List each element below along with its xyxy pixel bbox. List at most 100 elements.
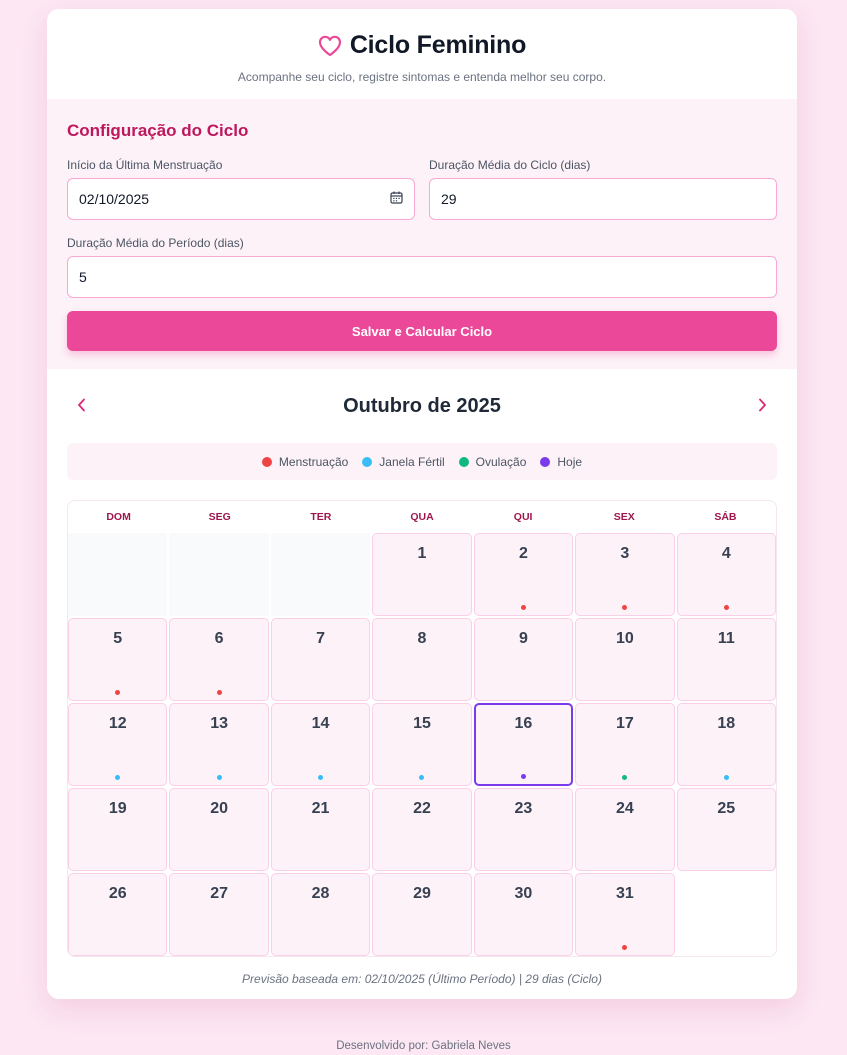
day-cell[interactable]: 29 — [372, 873, 472, 956]
menstruation-dot-icon — [115, 690, 121, 695]
day-cell[interactable]: 11 — [676, 618, 776, 701]
day-number: 18 — [717, 715, 736, 732]
day-number: 27 — [210, 885, 229, 902]
day-number: 20 — [210, 800, 229, 817]
day-number: 19 — [108, 800, 127, 817]
legend-item: Menstruação — [261, 455, 348, 469]
legend-dot-icon — [458, 456, 469, 467]
day-cell[interactable]: 21 — [270, 788, 371, 871]
day-cell[interactable]: 17 — [575, 703, 675, 786]
day-number: 9 — [518, 630, 528, 647]
day-cell[interactable]: 28 — [270, 873, 371, 956]
day-number: 23 — [514, 800, 533, 817]
weekday-label: QUA — [410, 510, 434, 523]
chevron-right-icon — [759, 398, 766, 412]
day-number: 3 — [620, 545, 630, 562]
day-cell[interactable]: 22 — [372, 788, 472, 871]
empty-day-cell — [169, 533, 269, 616]
weekday-label: TER — [310, 510, 332, 523]
day-cell[interactable]: 13 — [169, 703, 269, 786]
menstruation-dot-icon — [723, 605, 729, 610]
day-cell[interactable]: 1 — [372, 533, 472, 616]
day-number: 29 — [413, 885, 431, 902]
day-number: 2 — [518, 545, 528, 562]
day-number: 26 — [108, 885, 127, 902]
day-number: 25 — [717, 800, 736, 817]
day-number: 15 — [413, 715, 431, 732]
day-number: 1 — [417, 545, 427, 562]
legend-label: Hoje — [557, 454, 583, 469]
legend-item: Ovulação — [458, 454, 527, 469]
day-cell[interactable]: 14 — [270, 703, 371, 786]
fertile-dot-icon — [318, 775, 324, 780]
legend-item: Hoje — [540, 455, 582, 469]
day-cell[interactable]: 26 — [68, 873, 168, 956]
prediction-footnote: Previsão baseada em: 02/10/2025 (Último … — [242, 972, 602, 986]
day-cell[interactable]: 30 — [473, 873, 574, 956]
page-title: Ciclo Feminino — [349, 31, 527, 59]
day-cell[interactable]: 10 — [575, 618, 675, 701]
day-cell[interactable]: 8 — [372, 618, 472, 701]
cycle-config-section: Configuração do Ciclo Início da Última M… — [47, 99, 797, 369]
config-row-1: Início da Última Menstruação 02/10/2025 — [67, 158, 777, 220]
day-cell-today[interactable]: 16 — [473, 703, 574, 786]
day-cell[interactable]: 20 — [169, 788, 269, 871]
day-cell[interactable]: 2 — [473, 533, 574, 616]
day-cell[interactable]: 4 — [676, 533, 776, 616]
legend-label: Ovulação — [475, 454, 527, 469]
period-length-input[interactable]: 5 — [67, 256, 777, 298]
day-cell[interactable]: 6 — [169, 618, 269, 701]
fertile-dot-icon — [216, 775, 222, 780]
menstruation-dot-icon — [520, 605, 526, 610]
day-cell[interactable]: 7 — [270, 618, 371, 701]
period-length-field: Duração Média do Período (dias) 5 — [67, 236, 777, 298]
day-cell[interactable]: 25 — [676, 788, 776, 871]
day-number: 12 — [108, 715, 127, 732]
day-cell[interactable]: 19 — [68, 788, 168, 871]
calendar-picker-icon[interactable] — [390, 191, 403, 207]
day-number: 22 — [413, 800, 431, 817]
last-period-field: Início da Última Menstruação 02/10/2025 — [67, 158, 415, 220]
app-header: Ciclo Feminino Acompanhe seu ciclo, regi… — [47, 9, 797, 99]
next-month-button[interactable] — [757, 396, 767, 416]
weekday-header-row: DOM SEG TER QUA QUI SEX SÁB — [68, 501, 776, 532]
day-number: 24 — [615, 800, 634, 817]
calendar-grid: DOM SEG TER QUA QUI SEX SÁB 1 2 3 4 5 6 7 8 9 10 11 12 13 1… — [67, 500, 777, 957]
day-cell[interactable]: 27 — [169, 873, 269, 956]
day-number: 6 — [214, 630, 224, 647]
save-calculate-button[interactable]: Salvar e Calcular Ciclo — [67, 311, 777, 351]
weekday-label: SÁB — [714, 510, 737, 523]
ovulation-dot-icon — [622, 775, 628, 780]
cycle-length-field: Duração Média do Ciclo (dias) 29 — [429, 158, 777, 220]
day-number: 17 — [615, 715, 634, 732]
day-number: 4 — [721, 545, 731, 562]
day-number: 8 — [417, 630, 427, 647]
day-number: 7 — [316, 630, 326, 647]
day-number: 21 — [311, 800, 330, 817]
day-number: 14 — [311, 715, 330, 732]
fertile-dot-icon — [115, 775, 121, 780]
day-cell[interactable]: 9 — [473, 618, 574, 701]
day-cell[interactable]: 3 — [575, 533, 675, 616]
day-number: 28 — [311, 885, 330, 902]
day-cell[interactable]: 12 — [68, 703, 168, 786]
day-cell[interactable]: 24 — [575, 788, 675, 871]
legend-dot-icon — [261, 456, 272, 467]
day-cell[interactable]: 5 — [68, 618, 168, 701]
cycle-length-input[interactable]: 29 — [429, 178, 777, 220]
day-cell[interactable]: 23 — [473, 788, 574, 871]
period-length-label: Duração Média do Período (dias) — [67, 236, 244, 250]
prev-month-button[interactable] — [77, 396, 87, 416]
day-cell[interactable]: 31 — [575, 873, 675, 956]
main-card: Ciclo Feminino Acompanhe seu ciclo, regi… — [47, 9, 797, 999]
last-period-label: Início da Última Menstruação — [67, 158, 223, 172]
empty-day-cell — [676, 873, 776, 956]
last-period-date-input[interactable]: 02/10/2025 — [67, 178, 415, 220]
day-cell[interactable]: 18 — [676, 703, 776, 786]
calendar-header: Outubro de 2025 — [47, 369, 797, 443]
cycle-length-label: Duração Média do Ciclo (dias) — [429, 158, 591, 172]
month-title: Outubro de 2025 — [343, 394, 501, 417]
day-cell[interactable]: 15 — [372, 703, 472, 786]
title-row: Ciclo Feminino — [47, 31, 797, 60]
weekday-label: QUI — [513, 510, 533, 523]
